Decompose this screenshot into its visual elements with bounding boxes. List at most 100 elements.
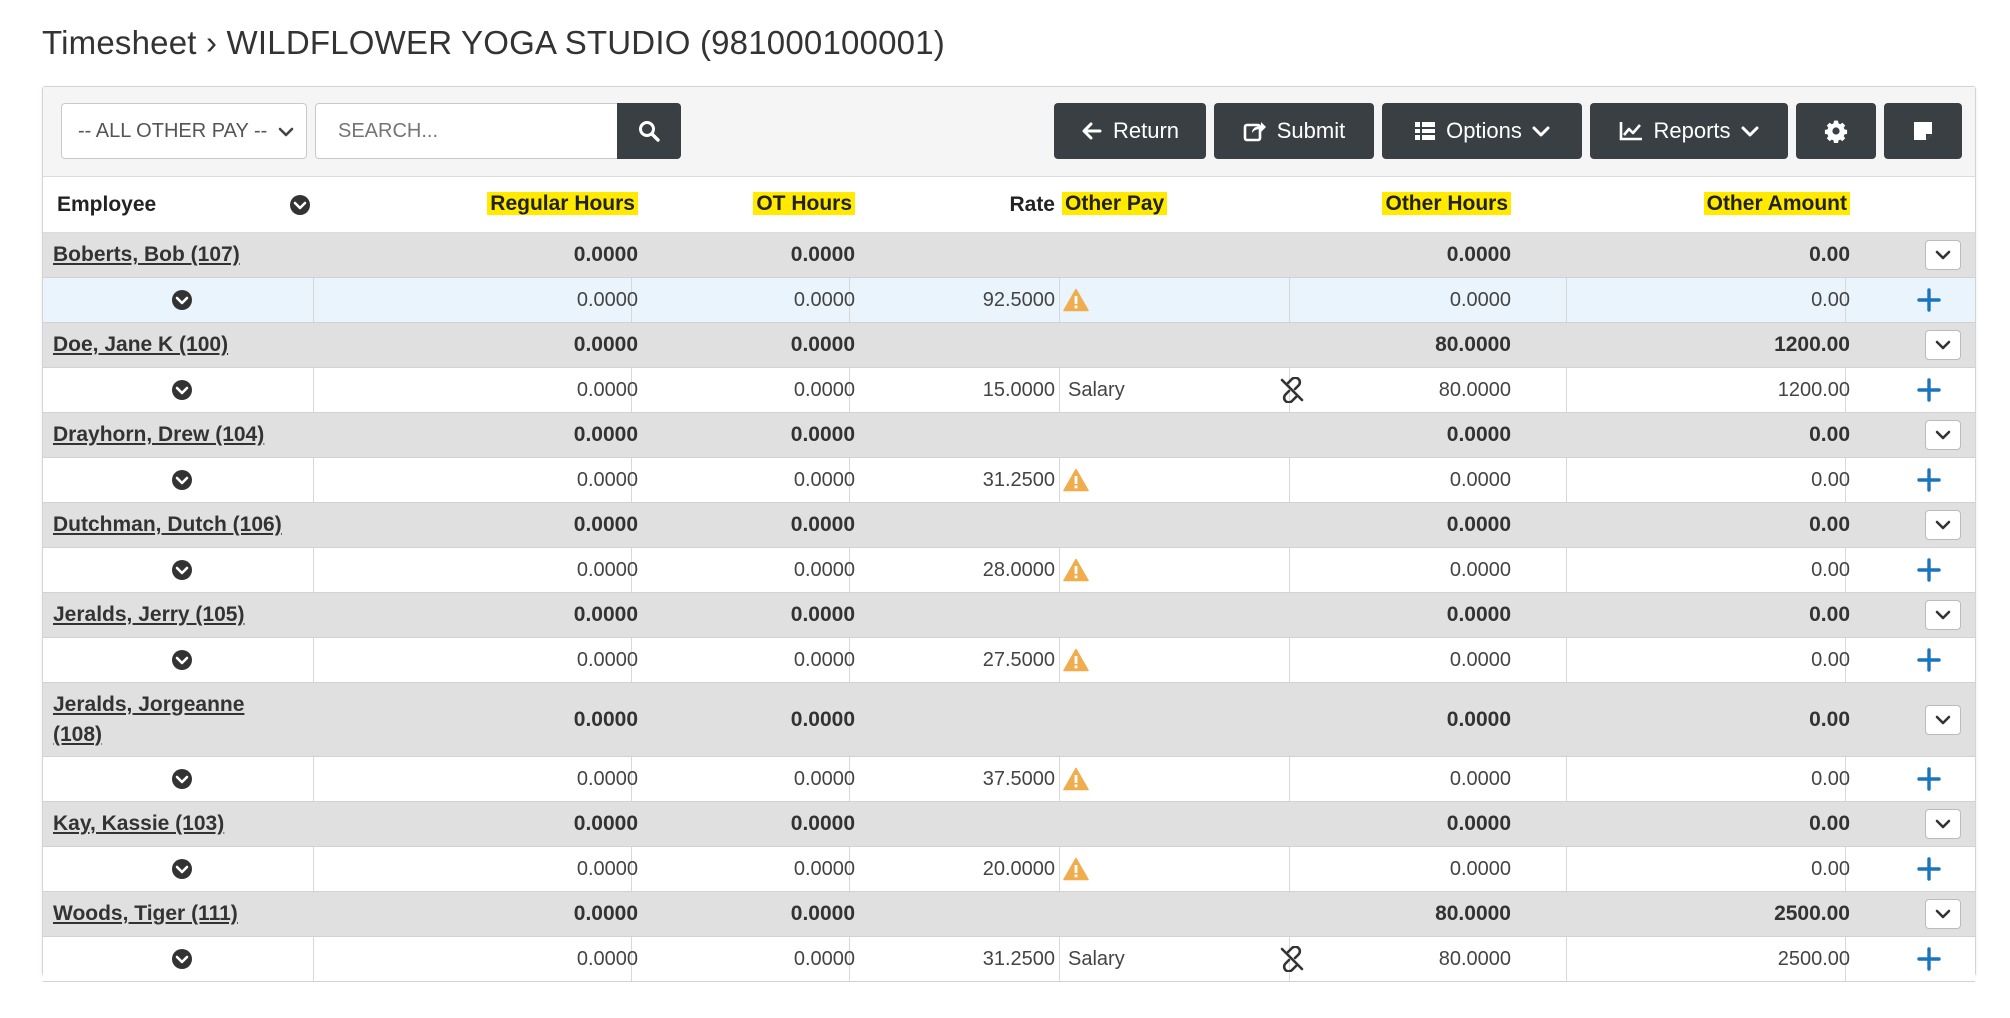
expand-circle-icon[interactable] bbox=[171, 768, 193, 790]
expand-circle-icon[interactable] bbox=[171, 289, 193, 311]
employee-name-link[interactable]: Doe, Jane K (100) bbox=[53, 323, 293, 367]
summary-other-amount: 0.00 bbox=[1809, 513, 1850, 536]
rate-value[interactable]: 15.0000 bbox=[943, 368, 1055, 412]
other-hours-value[interactable]: 80.0000 bbox=[1359, 937, 1511, 981]
regular-hours-value[interactable]: 0.0000 bbox=[455, 458, 638, 502]
expand-circle-icon[interactable] bbox=[171, 379, 193, 401]
regular-hours-value[interactable]: 0.0000 bbox=[455, 937, 638, 981]
ot-hours-value[interactable]: 0.0000 bbox=[728, 548, 855, 592]
row-toggle-button[interactable] bbox=[1925, 510, 1961, 540]
other-pay-value[interactable]: Salary bbox=[1068, 368, 1125, 412]
unlink-icon[interactable] bbox=[1279, 946, 1305, 972]
row-toggle-button[interactable] bbox=[1925, 809, 1961, 839]
rate-value[interactable]: 37.5000 bbox=[943, 757, 1055, 801]
employee-name-link[interactable]: Drayhorn, Drew (104) bbox=[53, 413, 293, 457]
add-entry-icon[interactable] bbox=[1917, 378, 1941, 402]
ot-hours-value[interactable]: 0.0000 bbox=[728, 847, 855, 891]
rate-value[interactable]: 92.5000 bbox=[943, 278, 1055, 322]
employee-name-link[interactable]: Kay, Kassie (103) bbox=[53, 802, 293, 846]
expand-circle-icon[interactable] bbox=[171, 948, 193, 970]
warning-icon bbox=[1063, 468, 1089, 492]
row-toggle-button[interactable] bbox=[1925, 420, 1961, 450]
settings-button[interactable] bbox=[1796, 103, 1876, 159]
other-amount-value[interactable]: 1200.00 bbox=[1628, 368, 1850, 412]
other-hours-value[interactable]: 0.0000 bbox=[1359, 548, 1511, 592]
ot-hours-value[interactable]: 0.0000 bbox=[728, 368, 855, 412]
timesheet-rows: Boberts, Bob (107) 0.0000 0.0000 0.0000 0.00… bbox=[43, 233, 1975, 982]
column-divider bbox=[1059, 368, 1060, 412]
other-hours-value[interactable]: 80.0000 bbox=[1359, 368, 1511, 412]
other-amount-value[interactable]: 0.00 bbox=[1628, 458, 1850, 502]
other-amount-value[interactable]: 0.00 bbox=[1628, 847, 1850, 891]
add-entry-icon[interactable] bbox=[1917, 947, 1941, 971]
other-hours-value[interactable]: 0.0000 bbox=[1359, 757, 1511, 801]
summary-ot-hours: 0.0000 bbox=[790, 243, 855, 266]
other-hours-value[interactable]: 0.0000 bbox=[1359, 458, 1511, 502]
summary-regular-hours: 0.0000 bbox=[573, 812, 638, 835]
add-entry-icon[interactable] bbox=[1917, 767, 1941, 791]
warning-icon bbox=[1063, 288, 1089, 312]
regular-hours-value[interactable]: 0.0000 bbox=[455, 548, 638, 592]
search-input[interactable] bbox=[315, 103, 617, 159]
add-entry-icon[interactable] bbox=[1917, 857, 1941, 881]
add-entry-icon[interactable] bbox=[1917, 648, 1941, 672]
other-hours-value[interactable]: 0.0000 bbox=[1359, 847, 1511, 891]
search-button[interactable] bbox=[617, 103, 681, 159]
other-pay-value[interactable]: Salary bbox=[1068, 937, 1125, 981]
other-hours-value[interactable]: 0.0000 bbox=[1359, 638, 1511, 682]
rate-value[interactable]: 20.0000 bbox=[943, 847, 1055, 891]
rate-value[interactable]: 31.2500 bbox=[943, 937, 1055, 981]
expand-circle-icon[interactable] bbox=[171, 649, 193, 671]
expand-circle-icon[interactable] bbox=[171, 469, 193, 491]
add-entry-icon[interactable] bbox=[1917, 558, 1941, 582]
ot-hours-value[interactable]: 0.0000 bbox=[728, 278, 855, 322]
chevron-down-icon bbox=[1935, 610, 1951, 620]
expand-circle-icon[interactable] bbox=[171, 559, 193, 581]
other-amount-value[interactable]: 2500.00 bbox=[1628, 937, 1850, 981]
other-amount-value[interactable]: 0.00 bbox=[1628, 757, 1850, 801]
options-dropdown-button[interactable]: Options bbox=[1382, 103, 1582, 159]
regular-hours-value[interactable]: 0.0000 bbox=[455, 368, 638, 412]
notes-button[interactable] bbox=[1884, 103, 1962, 159]
line-chart-icon bbox=[1620, 122, 1643, 141]
other-hours-value[interactable]: 0.0000 bbox=[1359, 278, 1511, 322]
row-toggle-button[interactable] bbox=[1925, 330, 1961, 360]
column-divider bbox=[1289, 548, 1290, 592]
submit-button[interactable]: Submit bbox=[1214, 103, 1374, 159]
row-toggle-button[interactable] bbox=[1925, 704, 1961, 735]
other-amount-value[interactable]: 0.00 bbox=[1628, 638, 1850, 682]
ot-hours-value[interactable]: 0.0000 bbox=[728, 757, 855, 801]
row-toggle-button[interactable] bbox=[1925, 600, 1961, 630]
reports-dropdown-button[interactable]: Reports bbox=[1590, 103, 1788, 159]
unlink-icon[interactable] bbox=[1279, 377, 1305, 403]
column-divider bbox=[1289, 278, 1290, 322]
employee-name-link[interactable]: Jeralds, Jorgeanne (108) bbox=[53, 683, 293, 756]
sort-circle-down-icon[interactable] bbox=[289, 194, 311, 216]
employee-name-link[interactable]: Jeralds, Jerry (105) bbox=[53, 593, 293, 637]
employee-name-link[interactable]: Boberts, Bob (107) bbox=[53, 233, 293, 277]
regular-hours-value[interactable]: 0.0000 bbox=[455, 278, 638, 322]
regular-hours-value[interactable]: 0.0000 bbox=[455, 638, 638, 682]
rate-value[interactable]: 31.2500 bbox=[943, 458, 1055, 502]
row-toggle-button[interactable] bbox=[1925, 240, 1961, 270]
chevron-down-icon bbox=[1935, 909, 1951, 919]
employee-name-link[interactable]: Dutchman, Dutch (106) bbox=[53, 503, 293, 547]
other-amount-value[interactable]: 0.00 bbox=[1628, 548, 1850, 592]
ot-hours-value[interactable]: 0.0000 bbox=[728, 937, 855, 981]
rate-value[interactable]: 28.0000 bbox=[943, 548, 1055, 592]
regular-hours-value[interactable]: 0.0000 bbox=[455, 847, 638, 891]
ot-hours-value[interactable]: 0.0000 bbox=[728, 458, 855, 502]
employee-name-link[interactable]: Woods, Tiger (111) bbox=[53, 892, 293, 936]
rate-value[interactable]: 27.5000 bbox=[943, 638, 1055, 682]
summary-other-hours: 80.0000 bbox=[1435, 902, 1511, 925]
return-button[interactable]: Return bbox=[1054, 103, 1206, 159]
row-toggle-button[interactable] bbox=[1925, 899, 1961, 929]
expand-circle-icon[interactable] bbox=[171, 858, 193, 880]
regular-hours-value[interactable]: 0.0000 bbox=[455, 757, 638, 801]
ot-hours-value[interactable]: 0.0000 bbox=[728, 638, 855, 682]
other-amount-value[interactable]: 0.00 bbox=[1628, 278, 1850, 322]
add-entry-icon[interactable] bbox=[1917, 468, 1941, 492]
add-entry-icon[interactable] bbox=[1917, 288, 1941, 312]
other-pay-filter-select[interactable]: -- ALL OTHER PAY -- bbox=[61, 103, 307, 159]
options-label: Options bbox=[1446, 118, 1522, 143]
